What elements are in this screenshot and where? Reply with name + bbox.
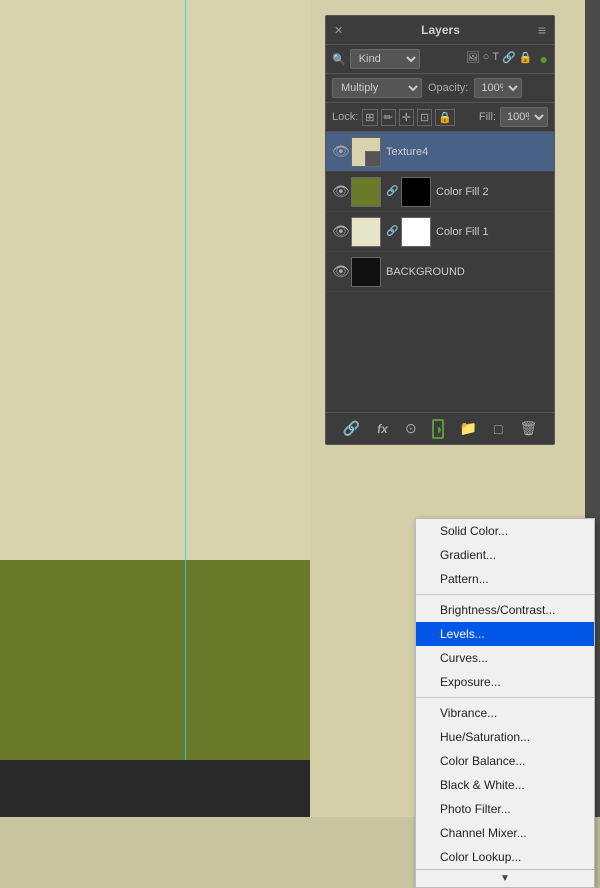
lock-pixel-icon[interactable]: ✏ xyxy=(381,109,396,126)
layer-thumb-colorfill1 xyxy=(351,217,381,247)
toolbar-fx-button[interactable]: fx xyxy=(375,420,390,438)
filter-shape-icon[interactable]: 🔗 xyxy=(502,51,516,67)
toolbar-new-layer-button[interactable]: □ xyxy=(492,419,504,439)
layers-empty-area xyxy=(326,292,554,412)
canvas-texture-top xyxy=(0,0,310,560)
menu-item-levels[interactable]: Levels... xyxy=(416,622,594,646)
menu-item-solid-color[interactable]: Solid Color... xyxy=(416,519,594,543)
opacity-label: Opacity: xyxy=(428,82,468,94)
filter-icons: 🖼 ○ T 🔗 🔒 ● xyxy=(466,51,548,67)
menu-item-brightness-contrast[interactable]: Brightness/Contrast... xyxy=(416,598,594,622)
menu-item-pattern[interactable]: Pattern... xyxy=(416,567,594,591)
toolbar-folder-button[interactable]: 📁 xyxy=(457,418,478,439)
lock-artboard-icon[interactable]: ⊡ xyxy=(417,109,432,126)
filter-pixel-icon[interactable]: 🖼 xyxy=(466,51,480,67)
layer-thumb-texture4-img xyxy=(352,138,380,166)
menu-item-channel-mixer[interactable]: Channel Mixer... xyxy=(416,821,594,845)
layer-thumb-colorfill2 xyxy=(351,177,381,207)
layer-visibility-colorfill2[interactable]: 👁 xyxy=(332,183,346,200)
lock-label: Lock: xyxy=(332,111,358,123)
layer-name-colorfill1: Color Fill 1 xyxy=(436,226,548,238)
layer-name-colorfill2: Color Fill 2 xyxy=(436,186,548,198)
layers-toolbar: 🔗 fx ⊙ ◑ 📁 □ 🗑 xyxy=(326,412,554,444)
lock-transparent-icon[interactable]: ⊞ xyxy=(362,109,377,126)
opacity-select[interactable]: 100% xyxy=(474,78,522,98)
menu-separator-1 xyxy=(416,594,594,595)
layers-panel: ✕ Layers ≡ 🔍 Kind 🖼 ○ T 🔗 🔒 ● Multiply O… xyxy=(325,15,555,445)
guide-vertical xyxy=(185,0,186,760)
layer-visibility-background[interactable]: 👁 xyxy=(332,263,346,280)
filter-row: 🔍 Kind 🖼 ○ T 🔗 🔒 ● xyxy=(326,45,554,74)
panel-header: ✕ Layers ≡ xyxy=(326,16,554,45)
filter-toggle[interactable]: ● xyxy=(540,51,548,67)
layer-name-texture4: Texture4 xyxy=(386,146,548,158)
layer-visibility-colorfill1[interactable]: 👁 xyxy=(332,223,346,240)
toolbar-delete-button[interactable]: 🗑 xyxy=(518,418,540,439)
menu-item-photo-filter[interactable]: Photo Filter... xyxy=(416,797,594,821)
menu-item-gradient[interactable]: Gradient... xyxy=(416,543,594,567)
menu-item-curves[interactable]: Curves... xyxy=(416,646,594,670)
fill-select[interactable]: 100% xyxy=(500,107,548,127)
menu-item-black-white[interactable]: Black & White... xyxy=(416,773,594,797)
layer-item-background[interactable]: 👁 BACKGROUND xyxy=(326,252,554,292)
filter-adjust-icon[interactable]: ○ xyxy=(483,51,490,67)
panel-close-button[interactable]: ✕ xyxy=(334,24,343,37)
panel-menu-icon[interactable]: ≡ xyxy=(538,22,546,38)
canvas-green-bottom xyxy=(0,560,310,760)
menu-scroll-down[interactable]: ▼ xyxy=(416,869,594,887)
layer-link-colorfill1: 🔗 xyxy=(386,226,396,237)
blend-row: Multiply Opacity: 100% xyxy=(326,74,554,103)
lock-position-icon[interactable]: ✛ xyxy=(399,109,414,126)
menu-item-vibrance[interactable]: Vibrance... xyxy=(416,701,594,725)
layer-item-texture4[interactable]: 👁 Texture4 xyxy=(326,132,554,172)
layer-mask-colorfill2 xyxy=(401,177,431,207)
menu-item-color-balance[interactable]: Color Balance... xyxy=(416,749,594,773)
layer-mask-colorfill1 xyxy=(401,217,431,247)
layers-list: 👁 Texture4 👁 🔗 Color Fill 2 👁 🔗 Color Fi… xyxy=(326,132,554,292)
layer-name-background: BACKGROUND xyxy=(386,266,548,278)
filter-kind-select[interactable]: Kind xyxy=(350,49,420,69)
filter-icon: 🔍 xyxy=(332,53,346,66)
layer-thumb-texture4 xyxy=(351,137,381,167)
menu-separator-2 xyxy=(416,697,594,698)
menu-item-hue-saturation[interactable]: Hue/Saturation... xyxy=(416,725,594,749)
toolbar-link-button[interactable]: 🔗 xyxy=(341,418,362,439)
filter-smart-icon[interactable]: 🔒 xyxy=(519,51,533,67)
menu-item-color-lookup[interactable]: Color Lookup... xyxy=(416,845,594,869)
panel-title: Layers xyxy=(421,23,460,37)
toolbar-adjust-button[interactable]: ◑ xyxy=(432,419,444,439)
lock-all-icon[interactable]: 🔒 xyxy=(435,109,455,126)
layer-link-colorfill2: 🔗 xyxy=(386,186,396,197)
layer-visibility-texture4[interactable]: 👁 xyxy=(332,143,346,160)
fill-label: Fill: xyxy=(479,111,496,123)
layer-thumb-background xyxy=(351,257,381,287)
lock-icons: ⊞ ✏ ✛ ⊡ 🔒 xyxy=(362,109,455,126)
menu-item-exposure[interactable]: Exposure... xyxy=(416,670,594,694)
filter-type-icon[interactable]: T xyxy=(492,51,499,67)
layer-item-colorfill2[interactable]: 👁 🔗 Color Fill 2 xyxy=(326,172,554,212)
canvas-dark-bottom xyxy=(0,760,310,817)
blend-mode-select[interactable]: Multiply xyxy=(332,78,422,98)
toolbar-mask-button[interactable]: ⊙ xyxy=(403,418,419,439)
lock-row: Lock: ⊞ ✏ ✛ ⊡ 🔒 Fill: 100% xyxy=(326,103,554,132)
layer-item-colorfill1[interactable]: 👁 🔗 Color Fill 1 xyxy=(326,212,554,252)
adjustment-dropdown-menu: Solid Color... Gradient... Pattern... Br… xyxy=(415,518,595,888)
